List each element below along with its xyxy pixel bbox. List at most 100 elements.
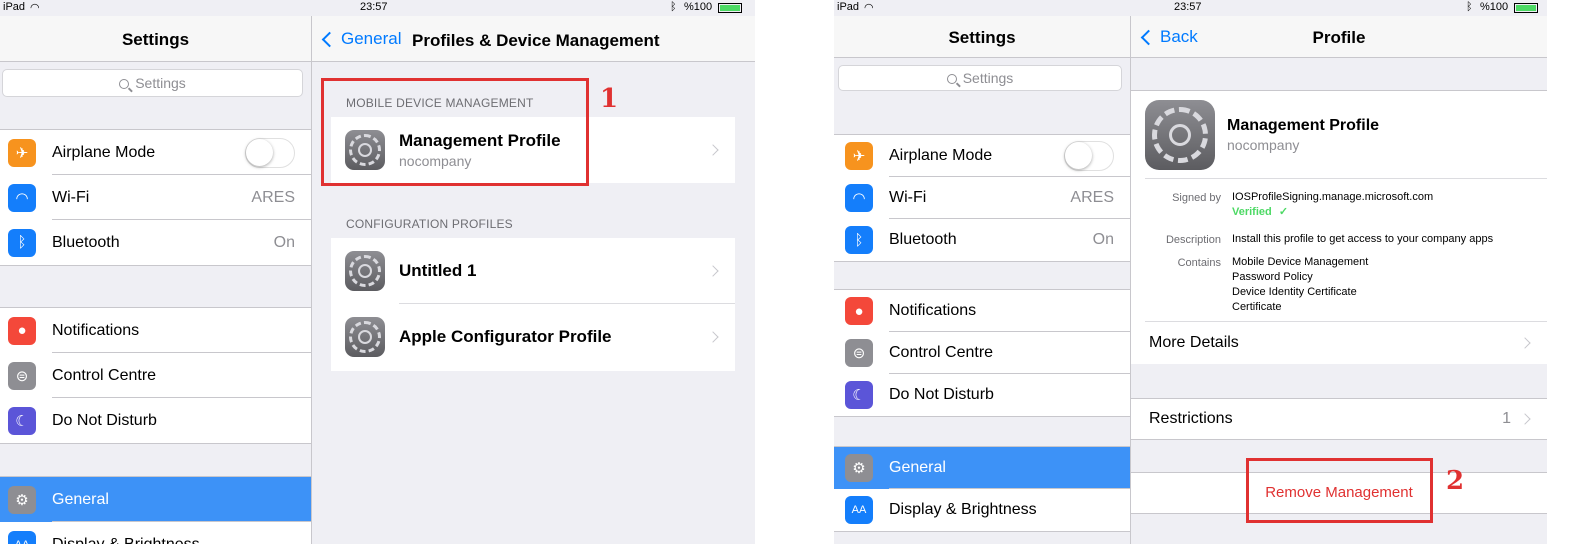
profile-org: nocompany <box>1227 137 1300 153</box>
profile-info-card: Management Profile nocompany Signed by I… <box>1131 90 1547 340</box>
battery-percent: %100 <box>1480 1 1509 13</box>
sidebar-item-label: Airplane Mode <box>52 143 156 161</box>
settings-group: ⚙ General AA Display & Brightness <box>0 476 311 544</box>
config-profile-name: Untitled 1 <box>399 261 477 280</box>
moon-icon: ☾ <box>8 406 36 435</box>
sidebar-item-notifications[interactable]: ● Notifications <box>834 290 1130 332</box>
wifi-status-icon: ◠ <box>30 2 40 14</box>
restrictions-count: 1 <box>1502 410 1511 427</box>
airplane-icon: ✈ <box>845 142 873 170</box>
sidebar-item-label: Wi-Fi <box>889 189 927 206</box>
airplane-mode-toggle[interactable] <box>1064 141 1114 171</box>
profile-gear-icon <box>1145 100 1215 170</box>
wifi-icon: ◠ <box>8 183 36 212</box>
screenshot-left: iPad ◠ 23:57 ᛒ %100 Settings Settings ✈ A… <box>0 0 755 544</box>
chevron-right-icon <box>707 331 719 343</box>
sidebar-item-label: Do Not Disturb <box>889 386 994 403</box>
more-details-card[interactable]: More Details <box>1131 322 1547 364</box>
wifi-status-icon: ◠ <box>864 2 874 14</box>
device-label: iPad <box>837 1 860 13</box>
sidebar-item-control-centre[interactable]: ⊜ Control Centre <box>0 353 311 398</box>
checkmark-icon: ✓ <box>1278 206 1289 218</box>
sidebar-item-general[interactable]: ⚙ General <box>834 447 1130 489</box>
back-label: General <box>341 29 402 48</box>
status-bar: iPad ◠ 23:57 ᛒ %100 <box>834 0 1547 16</box>
config-profiles-card: Untitled 1 Apple Configurator Profile <box>331 238 735 371</box>
chevron-right-icon <box>707 265 719 277</box>
profile-gear-icon <box>345 251 385 291</box>
annotation-number-1: 1 <box>600 84 619 114</box>
annotation-number-2: 2 <box>1446 466 1465 496</box>
sidebar-navbar: Settings <box>834 16 1130 58</box>
config-profile-row[interactable]: Apple Configurator Profile <box>331 304 735 370</box>
battery-icon <box>718 3 742 13</box>
sidebar-item-label: Airplane Mode <box>889 147 993 164</box>
sidebar-item-label: Display & Brightness <box>889 501 1037 518</box>
clock: 23:57 <box>360 1 388 13</box>
settings-group: ✈ Airplane Mode ◠ Wi-Fi ARES ᛒ Bluetooth On <box>0 129 311 266</box>
sidebar-item-label: Notifications <box>889 302 977 319</box>
bluetooth-icon: ᛒ <box>8 228 36 257</box>
chevron-right-icon <box>1519 413 1531 425</box>
gear-icon: ⚙ <box>8 485 36 514</box>
battery-percent: %100 <box>684 1 713 13</box>
clock: 23:57 <box>1174 1 1202 13</box>
more-details-label: More Details <box>1149 334 1239 351</box>
sidebar-item-display-brightness[interactable]: AA Display & Brightness <box>834 489 1130 531</box>
sidebar-item-notifications[interactable]: ● Notifications <box>0 308 311 353</box>
annotation-box-1 <box>321 78 589 186</box>
sidebar-item-wi-fi[interactable]: ◠ Wi-Fi ARES <box>834 177 1130 219</box>
display-icon: AA <box>8 530 36 544</box>
airplane-mode-toggle[interactable] <box>245 137 295 168</box>
profile-header-row: Management Profile nocompany <box>1131 91 1547 179</box>
settings-group: ✈ Airplane Mode ◠ Wi-Fi ARES ᛒ Bluetooth On <box>834 134 1130 262</box>
bluetooth-status-icon: ᛒ <box>670 1 677 13</box>
detail-navbar: Back Profile <box>1131 16 1547 58</box>
gear-icon: ⚙ <box>845 454 873 482</box>
sidebar-item-value: On <box>1092 231 1114 248</box>
description-value: Install this profile to get access to yo… <box>1232 233 1494 245</box>
back-button[interactable]: General <box>318 29 401 49</box>
chevron-right-icon <box>707 144 719 156</box>
sidebar-item-label: Bluetooth <box>52 233 120 251</box>
search-icon <box>119 79 130 89</box>
sidebar-item-general[interactable]: ⚙ General <box>0 477 311 522</box>
sidebar-item-display-brightness[interactable]: AA Display & Brightness <box>0 522 311 544</box>
sidebar-title: Settings <box>121 30 190 49</box>
search-placeholder: Settings <box>135 75 186 91</box>
verified-label: Verified <box>1232 206 1272 218</box>
sidebar-item-wi-fi[interactable]: ◠ Wi-Fi ARES <box>0 175 311 220</box>
search-input[interactable]: Settings <box>2 69 303 97</box>
control-centre-icon: ⊜ <box>8 361 36 390</box>
wifi-icon: ◠ <box>845 184 873 212</box>
profile-name: Management Profile <box>1227 117 1380 134</box>
sidebar-item-label: General <box>889 459 946 476</box>
sidebar-item-do-not-disturb[interactable]: ☾ Do Not Disturb <box>834 374 1130 416</box>
contains-value: Certificate <box>1232 301 1282 313</box>
sidebar-item-bluetooth[interactable]: ᛒ Bluetooth On <box>0 220 311 265</box>
detail-title: Profile <box>1312 28 1366 47</box>
config-profile-row[interactable]: Untitled 1 <box>331 238 735 304</box>
notifications-icon: ● <box>845 297 873 325</box>
sidebar-navbar: Settings <box>0 16 311 62</box>
sidebar-item-airplane-mode[interactable]: ✈ Airplane Mode <box>834 135 1130 177</box>
battery-icon <box>1514 3 1538 13</box>
settings-group: ● Notifications ⊜ Control Centre ☾ Do Not Dis… <box>834 289 1130 417</box>
settings-group: ● Notifications ⊜ Control Centre ☾ Do Not Dis… <box>0 307 311 444</box>
status-bar: iPad ◠ 23:57 ᛒ %100 <box>0 0 755 16</box>
sidebar-item-bluetooth[interactable]: ᛒ Bluetooth On <box>834 219 1130 261</box>
sidebar-item-control-centre[interactable]: ⊜ Control Centre <box>834 332 1130 374</box>
sidebar-item-label: Bluetooth <box>889 231 957 248</box>
sidebar-item-do-not-disturb[interactable]: ☾ Do Not Disturb <box>0 398 311 443</box>
profile-gear-icon <box>345 317 385 357</box>
description-key: Description <box>1165 234 1221 246</box>
sidebar-item-label: Control Centre <box>889 344 994 361</box>
screenshot-right: iPad ◠ 23:57 ᛒ %100 Settings Settings ✈ A… <box>834 0 1547 544</box>
contains-key: Contains <box>1177 257 1221 269</box>
sidebar-item-label: General <box>52 490 109 508</box>
search-input[interactable]: Settings <box>838 65 1122 91</box>
sidebar-item-airplane-mode[interactable]: ✈ Airplane Mode <box>0 130 311 175</box>
sidebar-item-label: Do Not Disturb <box>52 411 157 429</box>
restrictions-row[interactable]: Restrictions 1 <box>1131 398 1547 440</box>
settings-group: ⚙ General AA Display & Brightness <box>834 446 1130 532</box>
